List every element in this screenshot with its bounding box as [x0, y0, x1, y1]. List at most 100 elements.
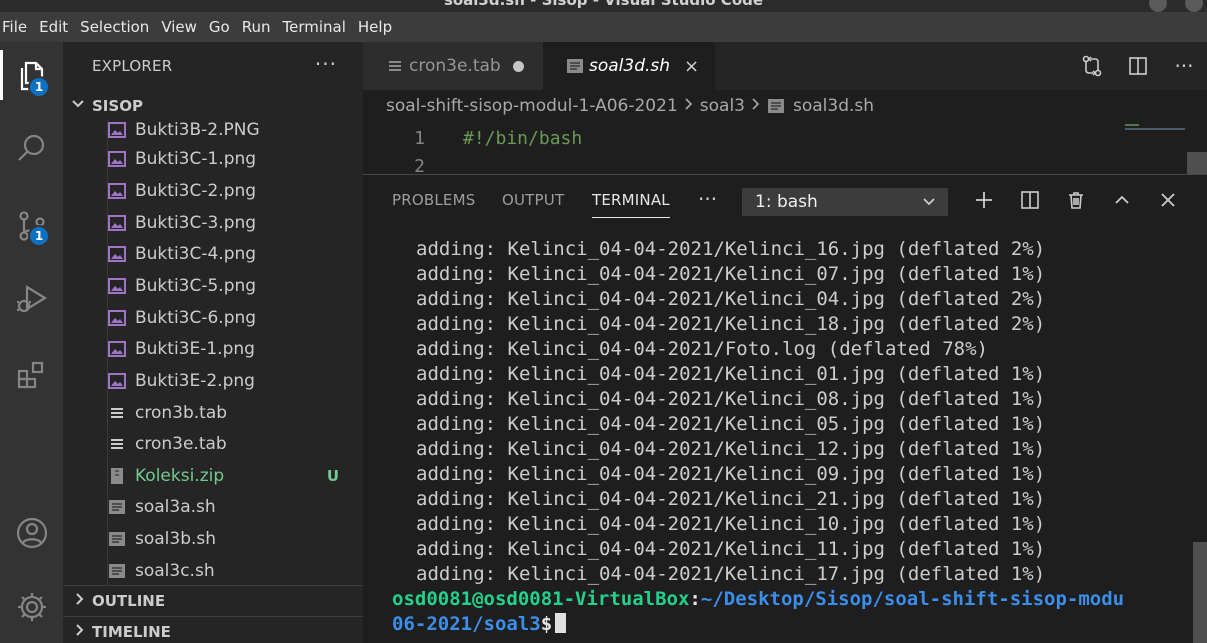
chevron-right-icon: [73, 623, 89, 641]
maximize-panel-button[interactable]: [1099, 175, 1145, 225]
close-tab-icon[interactable]: ×: [684, 56, 699, 77]
kill-terminal-button[interactable]: [1053, 175, 1099, 225]
close-icon: [1161, 193, 1175, 207]
trash-icon: [1069, 192, 1083, 209]
terminal-line: adding: Kelinci_04-04-2021/Kelinci_08.jp…: [416, 388, 1046, 410]
file-item[interactable]: Bukti3C-2.png: [63, 175, 363, 207]
tab-output[interactable]: OUTPUT: [502, 175, 564, 225]
account-icon: [16, 517, 47, 549]
workspace-folder-header[interactable]: SISOP: [63, 92, 363, 120]
menu-edit[interactable]: Edit: [39, 18, 74, 36]
prompt-path-continued: 06-2021/soal3: [392, 613, 541, 635]
git-status-untracked: U: [326, 467, 339, 485]
file-item[interactable]: soal3a.sh: [63, 491, 363, 523]
maximize-window-button[interactable]: [1185, 0, 1203, 12]
file-item[interactable]: soal3c.sh: [63, 555, 363, 586]
workspace-folder-name: SISOP: [92, 97, 143, 115]
split-editor-icon: [1129, 57, 1147, 75]
window-title-bar: soal3d.sh - Sisop - Visual Studio Code: [0, 0, 1207, 12]
file-item[interactable]: Bukti3C-3.png: [63, 207, 363, 239]
breadcrumb-item[interactable]: soal3d.sh: [793, 96, 874, 116]
file-item[interactable]: Bukti3C-1.png: [63, 143, 363, 175]
menu-file[interactable]: File: [2, 18, 33, 36]
menu-view[interactable]: View: [161, 18, 203, 36]
menu-go[interactable]: Go: [209, 18, 236, 36]
file-item[interactable]: Koleksi.zip U: [63, 460, 363, 492]
minimize-window-button[interactable]: [1149, 0, 1167, 12]
minimap[interactable]: [1125, 124, 1187, 130]
outline-section-header[interactable]: OUTLINE: [63, 585, 363, 616]
file-tree: Bukti3B-2.PNG Bukti3C-1.png Bukti3C-2.pn…: [63, 120, 363, 586]
menu-run[interactable]: Run: [242, 18, 277, 36]
chevron-right-icon: [751, 96, 761, 116]
prompt-dollar: $: [540, 613, 553, 635]
extensions-activity[interactable]: [0, 347, 63, 403]
file-item[interactable]: soal3b.sh: [63, 523, 363, 555]
file-item[interactable]: Bukti3C-5.png: [63, 270, 363, 302]
file-item[interactable]: Bukti3C-6.png: [63, 302, 363, 334]
tab-soal3d[interactable]: soal3d.sh ×: [543, 42, 715, 90]
terminal-select-value: 1: bash: [755, 192, 818, 212]
file-name: Bukti3E-2.png: [135, 371, 255, 391]
shell-file-icon: [565, 56, 585, 76]
menu-help[interactable]: Help: [358, 18, 398, 36]
split-terminal-button[interactable]: [1007, 175, 1053, 225]
timeline-section-header[interactable]: TIMELINE: [63, 616, 363, 643]
terminal-line: adding: Kelinci_04-04-2021/Kelinci_04.jp…: [416, 288, 1046, 310]
image-file-icon: [107, 181, 127, 201]
image-file-icon: [107, 276, 127, 296]
file-name: Bukti3C-6.png: [135, 308, 257, 328]
text-file-icon: [107, 434, 127, 454]
file-item[interactable]: Bukti3E-2.png: [63, 365, 363, 397]
terminal-line: adding: Kelinci_04-04-2021/Foto.log (def…: [416, 338, 988, 360]
file-name: Bukti3C-2.png: [135, 181, 257, 201]
more-panels-icon[interactable]: ···: [698, 187, 717, 211]
split-editor-button[interactable]: [1115, 42, 1161, 90]
terminal-line: adding: Kelinci_04-04-2021/Kelinci_18.jp…: [416, 313, 1046, 335]
terminal-scrollbar[interactable]: [1193, 542, 1207, 643]
terminal-line: adding: Kelinci_04-04-2021/Kelinci_09.jp…: [416, 463, 1046, 485]
terminal-output[interactable]: adding: Kelinci_04-04-2021/Kelinci_16.jp…: [363, 237, 1207, 643]
panel-tabs: PROBLEMS OUTPUT TERMINAL ··· 1: bash: [363, 175, 1207, 225]
terminal-line: adding: Kelinci_04-04-2021/Kelinci_21.jp…: [416, 488, 1046, 510]
open-changes-button[interactable]: [1069, 42, 1115, 90]
plus-icon: [976, 192, 992, 208]
terminal-line: adding: Kelinci_04-04-2021/Kelinci_07.jp…: [416, 263, 1046, 285]
tab-problems[interactable]: PROBLEMS: [392, 175, 475, 225]
activity-bar: 1 1: [0, 42, 63, 643]
editor-actions: ···: [1069, 42, 1207, 90]
accounts-activity[interactable]: [0, 505, 63, 561]
file-name: cron3e.tab: [135, 434, 227, 454]
tab-cron3e[interactable]: cron3e.tab: [363, 42, 543, 90]
file-item[interactable]: Bukti3E-1.png: [63, 333, 363, 365]
split-terminal-icon: [1021, 191, 1039, 209]
run-debug-activity[interactable]: [0, 271, 63, 327]
line-number: 2: [414, 155, 425, 175]
code-editor[interactable]: 1 #!/bin/bash 2: [363, 122, 1207, 175]
new-terminal-button[interactable]: [961, 175, 1007, 225]
manage-activity[interactable]: [0, 579, 63, 635]
tab-terminal[interactable]: TERMINAL: [592, 175, 670, 225]
file-item[interactable]: cron3e.tab: [63, 428, 363, 460]
chevron-down-icon: [71, 97, 87, 115]
file-name: soal3b.sh: [135, 529, 217, 549]
more-actions-icon[interactable]: ···: [315, 52, 337, 76]
more-actions-icon[interactable]: ···: [1161, 42, 1207, 90]
close-panel-button[interactable]: [1145, 175, 1191, 225]
menu-selection[interactable]: Selection: [80, 18, 155, 36]
search-activity[interactable]: [0, 120, 63, 176]
editor-tabs: cron3e.tab soal3d.sh × ···: [363, 42, 1207, 90]
menu-terminal[interactable]: Terminal: [283, 18, 352, 36]
chevron-right-icon: [684, 96, 694, 116]
file-item[interactable]: Bukti3C-4.png: [63, 238, 363, 270]
file-name: Bukti3C-5.png: [135, 276, 257, 296]
terminal-select[interactable]: 1: bash: [742, 188, 948, 216]
source-control-activity[interactable]: [0, 198, 63, 254]
breadcrumb-item[interactable]: soal3: [700, 96, 745, 116]
editor-scrollbar[interactable]: [1187, 152, 1207, 174]
shell-file-icon: [767, 98, 785, 114]
unsaved-dot-icon[interactable]: [512, 60, 524, 72]
breadcrumb-item[interactable]: soal-shift-sisop-modul-1-A06-2021: [386, 96, 678, 116]
tab-label: soal3d.sh: [589, 56, 671, 76]
file-item[interactable]: cron3b.tab: [63, 397, 363, 429]
